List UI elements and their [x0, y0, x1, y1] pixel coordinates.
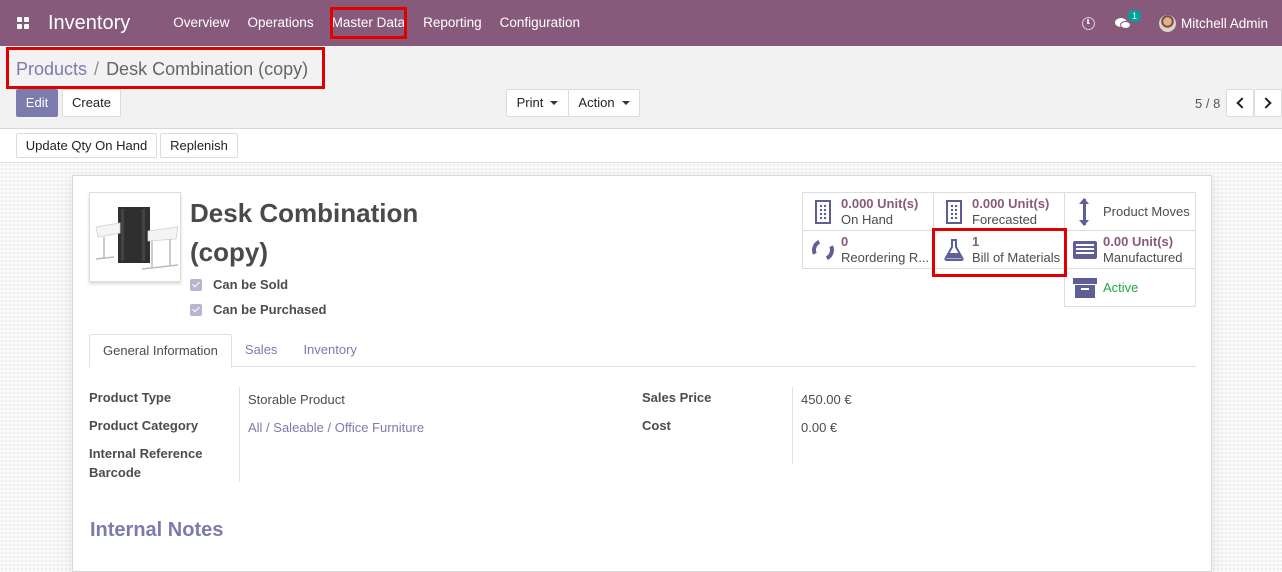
can-be-sold-checkbox[interactable]	[190, 278, 202, 291]
forecasted-smart-button[interactable]: 0.000 Unit(s) Forecasted	[933, 192, 1065, 231]
reordering-value: 0	[841, 233, 849, 249]
create-button[interactable]: Create	[62, 89, 121, 117]
internal-notes-heading: Internal Notes	[90, 519, 224, 541]
action-dropdown[interactable]: Action	[568, 89, 640, 117]
top-navbar: Inventory Overview Operations Master Dat…	[0, 0, 1282, 46]
product-category-label: Product Category	[89, 418, 199, 433]
breadcrumb-highlight-box	[6, 47, 325, 89]
cost-value: 0.00 €	[801, 420, 838, 435]
menu-reporting[interactable]: Reporting	[414, 0, 491, 46]
internal-reference-label: Internal Reference	[89, 446, 203, 461]
product-name: Desk Combination (copy)	[190, 194, 490, 272]
manufactured-smart-button[interactable]: 0.00 Unit(s) Manufactured	[1064, 230, 1196, 269]
on-hand-unit: Unit(s)	[877, 195, 919, 211]
edit-button[interactable]: Edit	[16, 89, 58, 117]
on-hand-value: 0.000	[841, 195, 874, 211]
vertical-arrows-icon	[1079, 197, 1089, 226]
product-name-line1: Desk Combination	[190, 198, 419, 228]
caret-down-icon	[550, 101, 559, 105]
pager-value[interactable]: 5 / 8	[1195, 96, 1220, 111]
manufactured-value: 0.00	[1103, 233, 1129, 249]
reordering-rules-smart-button[interactable]: 0 Reordering R...	[802, 230, 934, 269]
update-qty-on-hand-button[interactable]: Update Qty On Hand	[16, 133, 157, 158]
archive-box-icon	[1073, 277, 1097, 298]
can-be-purchased-label: Can be Purchased	[213, 302, 327, 317]
product-image[interactable]	[89, 192, 181, 282]
tab-inventory[interactable]: Inventory	[290, 334, 369, 366]
product-name-line2: (copy)	[190, 237, 268, 267]
user-avatar[interactable]	[1158, 14, 1176, 32]
reordering-label: Reordering R...	[841, 249, 930, 265]
forecasted-value: 0.000	[972, 195, 1005, 211]
manufactured-unit: Unit(s)	[1131, 233, 1174, 249]
activity-clock-icon[interactable]	[1081, 16, 1095, 30]
product-type-value: Storable Product	[248, 392, 345, 407]
sales-price-value: 450.00 €	[801, 392, 852, 407]
pager-previous-button[interactable]	[1226, 89, 1254, 117]
product-moves-label: Product Moves	[1103, 203, 1190, 219]
label-divider	[239, 387, 240, 482]
refresh-icon	[808, 235, 838, 264]
form-statusbar: Update Qty On Hand Replenish	[0, 129, 1282, 163]
on-hand-smart-button[interactable]: 0.000 Unit(s) On Hand	[802, 192, 934, 231]
pager-next-button[interactable]	[1254, 89, 1282, 117]
tab-sales[interactable]: Sales	[232, 334, 291, 366]
barcode-label: Barcode	[89, 465, 142, 480]
on-hand-label: On Hand	[841, 211, 894, 227]
print-label: Print	[516, 95, 544, 110]
action-label: Action	[578, 95, 615, 110]
messaging-chat-icon[interactable]: 1	[1114, 10, 1141, 29]
control-panel: Products / Desk Combination (copy) Edit …	[0, 46, 1282, 129]
menu-operations[interactable]: Operations	[239, 0, 323, 46]
sales-price-label: Sales Price	[642, 390, 712, 405]
menu-overview[interactable]: Overview	[164, 0, 238, 46]
forecasted-unit: Unit(s)	[1008, 195, 1050, 211]
product-moves-smart-button[interactable]: Product Moves	[1064, 192, 1196, 231]
print-dropdown[interactable]: Print	[506, 89, 569, 117]
caret-down-icon	[621, 101, 630, 105]
cost-label: Cost	[642, 418, 671, 433]
user-menu[interactable]: Mitchell Admin	[1181, 16, 1268, 31]
product-type-label: Product Type	[89, 390, 172, 405]
app-title[interactable]: Inventory	[48, 0, 130, 46]
manufactured-label: Manufactured	[1103, 249, 1183, 265]
product-category-link[interactable]: All / Saleable / Office Furniture	[248, 420, 424, 435]
desk-image-icon	[95, 207, 179, 270]
list-icon	[1073, 240, 1097, 259]
apps-menu-icon[interactable]	[0, 0, 46, 46]
building-icon	[946, 199, 962, 224]
forecasted-label: Forecasted	[972, 211, 1038, 227]
replenish-button[interactable]: Replenish	[160, 133, 238, 158]
form-tabs: General Information Sales Inventory	[89, 334, 1196, 368]
tab-general-information[interactable]: General Information	[89, 334, 232, 368]
building-icon	[815, 199, 831, 224]
label-divider	[792, 387, 793, 464]
menu-master-data[interactable]: Master Data	[323, 0, 415, 46]
can-be-purchased-checkbox[interactable]	[190, 303, 202, 316]
chevron-left-icon	[1236, 97, 1248, 109]
can-be-purchased-row: Can be Purchased	[190, 302, 326, 317]
bom-highlight-box	[932, 228, 1067, 277]
menu-configuration[interactable]: Configuration	[491, 0, 589, 46]
active-toggle-button[interactable]: Active	[1064, 268, 1196, 307]
product-form-sheet: Desk Combination (copy) Can be Sold Can …	[72, 175, 1212, 572]
can-be-sold-row: Can be Sold	[190, 277, 288, 292]
active-label: Active	[1103, 279, 1139, 295]
can-be-sold-label: Can be Sold	[213, 277, 289, 292]
chevron-right-icon	[1260, 97, 1272, 109]
chat-count-badge: 1	[1127, 10, 1141, 22]
